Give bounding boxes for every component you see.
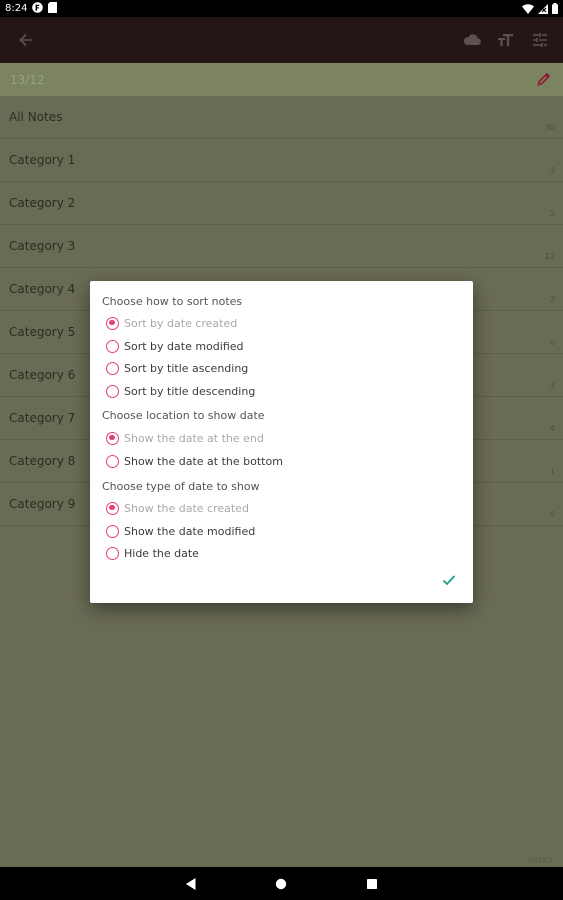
location-section-title: Choose location to show date [102, 409, 265, 422]
sd-card-icon [48, 1, 58, 16]
category-count: 3 [549, 295, 555, 304]
pencil-icon[interactable] [537, 72, 551, 86]
category-name: Category 2 [9, 196, 76, 210]
signal-icon [538, 3, 548, 14]
category-name: Category 6 [9, 368, 76, 382]
option-label: Show the date at the bottom [124, 454, 283, 468]
nav-recents-icon[interactable] [364, 876, 380, 892]
category-count: 0 [549, 510, 555, 519]
radio-button[interactable] [106, 361, 119, 375]
radio-button[interactable] [106, 339, 119, 353]
header-row: 13/12 [0, 63, 563, 96]
sort-option[interactable]: Sort by title descending [106, 382, 255, 400]
check-icon[interactable] [441, 572, 457, 588]
sort-options-dialog: Choose how to sort notes Sort by date cr… [90, 281, 473, 603]
radio-button[interactable] [106, 501, 119, 515]
text-size-icon[interactable] [495, 29, 517, 51]
category-row[interactable]: All Notes 30 [0, 96, 563, 139]
version-label: v021.5 [528, 856, 553, 864]
category-count: 2 [549, 209, 555, 218]
category-count: 1 [549, 467, 555, 476]
sort-option[interactable]: Sort by date created [106, 314, 237, 332]
category-row[interactable]: Category 2 2 [0, 182, 563, 225]
radio-button[interactable] [106, 384, 119, 398]
category-name: Category 7 [9, 411, 76, 425]
nav-home-icon[interactable] [273, 876, 289, 892]
category-name: Category 9 [9, 497, 76, 511]
category-count: 4 [549, 424, 555, 433]
location-option[interactable]: Show the date at the bottom [106, 452, 283, 470]
radio-button[interactable] [106, 316, 119, 330]
sort-option[interactable]: Sort by title ascending [106, 359, 248, 377]
date-type-option[interactable]: Show the date modified [106, 522, 255, 540]
category-count: 30 [544, 123, 555, 132]
location-option[interactable]: Show the date at the end [106, 429, 264, 447]
date-type-option[interactable]: Hide the date [106, 544, 199, 562]
app-bar [0, 17, 563, 63]
notes-count: 13/12 [10, 72, 45, 87]
date-type-option[interactable]: Show the date created [106, 499, 249, 517]
sort-option[interactable]: Sort by date modified [106, 337, 244, 355]
option-label: Hide the date [124, 546, 199, 560]
category-row[interactable]: Category 1 3 [0, 139, 563, 182]
category-count: 0 [549, 338, 555, 347]
category-count: 12 [544, 252, 555, 261]
option-label: Sort by title ascending [124, 361, 249, 375]
category-name: Category 4 [9, 282, 76, 296]
category-name: Category 3 [9, 239, 76, 253]
category-count: 3 [549, 381, 555, 390]
radio-button[interactable] [106, 524, 119, 538]
option-label: Show the date at the end [124, 431, 264, 445]
app-notification-icon [32, 1, 44, 16]
battery-icon [552, 3, 558, 14]
option-label: Show the date created [124, 501, 249, 515]
sort-section-title: Choose how to sort notes [102, 295, 243, 308]
category-name: Category 1 [9, 153, 76, 167]
radio-button[interactable] [106, 546, 119, 560]
option-label: Sort by title descending [124, 384, 256, 398]
option-label: Sort by date created [124, 316, 238, 330]
back-arrow-icon[interactable] [16, 30, 36, 50]
wifi-icon [522, 3, 534, 14]
option-label: Sort by date modified [124, 339, 244, 353]
radio-button[interactable] [106, 454, 119, 468]
category-name: All Notes [9, 110, 63, 124]
option-label: Show the date modified [124, 524, 256, 538]
category-count: 3 [549, 166, 555, 175]
sort-settings-icon[interactable] [529, 29, 551, 51]
nav-back-icon[interactable] [183, 876, 199, 892]
date-type-section-title: Choose type of date to show [102, 480, 260, 493]
category-name: Category 5 [9, 325, 76, 339]
category-name: Category 8 [9, 454, 76, 468]
category-row[interactable]: Category 3 12 [0, 225, 563, 268]
status-time: 8:24 [5, 3, 28, 14]
cloud-icon[interactable] [461, 29, 483, 51]
radio-button[interactable] [106, 431, 119, 445]
navigation-bar [0, 867, 563, 900]
status-bar: 8:24 [0, 0, 563, 17]
